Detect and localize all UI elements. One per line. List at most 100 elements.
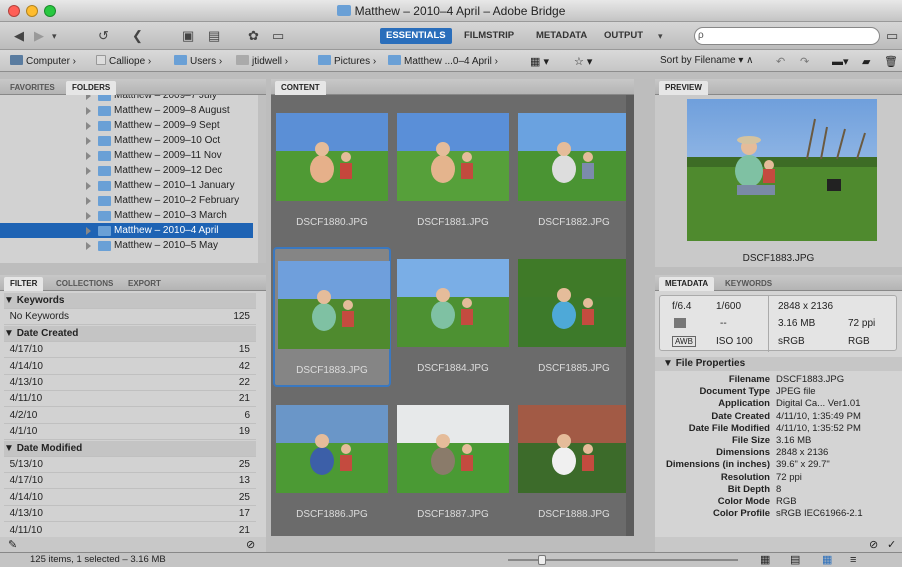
workspace-output[interactable]: OUTPUT — [598, 28, 649, 44]
tab-favorites[interactable]: FAVORITES — [4, 81, 61, 95]
grid-view-icon[interactable]: ▦ — [760, 553, 770, 567]
filter-item[interactable]: 4/17/10 15 — [4, 342, 256, 359]
clear-filter-icon[interactable]: ⊘ — [246, 538, 255, 551]
lock-grid-icon[interactable]: ▤ — [790, 553, 800, 567]
disclosure-icon[interactable] — [86, 122, 91, 130]
tab-folders[interactable]: FOLDERS — [66, 81, 117, 95]
workspace-filmstrip[interactable]: FILMSTRIP — [458, 28, 520, 44]
filter-item[interactable]: 5/13/10 25 — [4, 457, 256, 473]
path-users[interactable]: Users › — [174, 55, 222, 67]
thumbnail[interactable]: DSCF1883.JPG — [273, 247, 391, 387]
return-to-photoshop-icon[interactable]: ❮ — [132, 27, 143, 45]
new-folder-icon[interactable]: ▰ — [862, 55, 870, 68]
metadata-value[interactable]: 39.6" x 29.7" — [776, 459, 830, 471]
thumbnail-image[interactable] — [518, 113, 630, 201]
thumbnail[interactable]: DSCF1886.JPG — [273, 393, 391, 533]
thumbnail-image[interactable] — [276, 405, 388, 493]
recent-dropdown-icon[interactable]: ▾ — [52, 27, 57, 45]
content-scrollbar[interactable] — [626, 95, 634, 536]
filter-item[interactable]: 4/1/10 19 — [4, 424, 256, 441]
disclosure-icon[interactable] — [86, 107, 91, 115]
sort-dropdown[interactable]: Sort by Filename ▾ ∧ — [660, 55, 754, 66]
path-current-folder[interactable]: Matthew ...0–4 April › — [388, 55, 498, 67]
output-icon[interactable]: ▭ — [272, 27, 284, 45]
metadata-value[interactable]: Digital Ca... Ver1.01 — [776, 398, 861, 410]
thumbnail[interactable]: DSCF1885.JPG — [515, 247, 633, 387]
cancel-icon[interactable]: ⊘ — [869, 538, 878, 551]
filter-item[interactable]: 4/2/10 6 — [4, 408, 256, 424]
rotate-right-icon[interactable]: ↷ — [800, 55, 809, 68]
folder-item[interactable]: Matthew – 2009–10 Oct — [0, 133, 253, 148]
apply-icon[interactable]: ✓ — [887, 538, 896, 551]
folder-item[interactable]: Matthew – 2009–12 Dec — [0, 163, 253, 178]
filter-item[interactable]: 4/14/10 25 — [4, 490, 256, 506]
folder-item[interactable]: Matthew – 2010–3 March — [0, 208, 253, 223]
thumbnail-image[interactable] — [278, 261, 390, 349]
path-pictures[interactable]: Pictures › — [318, 55, 376, 67]
file-properties-header[interactable]: ▼ File Properties — [655, 357, 902, 371]
tab-preview[interactable]: PREVIEW — [659, 81, 708, 95]
pin-icon[interactable]: ✎ — [8, 538, 17, 551]
folder-item[interactable]: Matthew – 2010–5 May — [0, 238, 253, 253]
disclosure-icon[interactable] — [86, 227, 91, 235]
filter-section-date-created[interactable]: ▼ Date Created — [4, 325, 256, 342]
thumbnail[interactable]: DSCF1880.JPG — [273, 101, 391, 241]
thumbnail[interactable]: DSCF1888.JPG — [515, 393, 633, 533]
metadata-value[interactable]: sRGB IEC61966-2.1 — [776, 508, 863, 520]
disclosure-icon[interactable] — [86, 95, 91, 100]
tab-metadata[interactable]: METADATA — [659, 277, 715, 291]
rating-filter-icon[interactable]: ☆ ▾ — [574, 55, 592, 68]
metadata-value[interactable]: 72 ppi — [776, 472, 802, 484]
thumbnail[interactable]: DSCF1882.JPG — [515, 101, 633, 241]
filter-section-date-modified[interactable]: ▼ Date Modified — [4, 440, 256, 457]
disclosure-icon[interactable] — [86, 152, 91, 160]
disclosure-icon[interactable] — [86, 137, 91, 145]
thumbnail[interactable]: DSCF1884.JPG — [394, 247, 512, 387]
metadata-value[interactable]: 2848 x 2136 — [776, 447, 828, 459]
workspace-metadata[interactable]: METADATA — [530, 28, 593, 44]
disclosure-icon[interactable] — [86, 242, 91, 250]
path-computer[interactable]: Computer › — [10, 55, 76, 67]
thumbnail-image[interactable] — [518, 259, 630, 347]
path-jtidwell[interactable]: jtidwell › — [236, 55, 288, 67]
filter-item[interactable]: No Keywords 125 — [4, 309, 256, 326]
folder-item[interactable]: Matthew – 2010–2 February — [0, 193, 253, 208]
thumbnail[interactable]: DSCF1887.JPG — [394, 393, 512, 533]
filter-item[interactable]: 4/13/10 17 — [4, 506, 256, 523]
tab-content[interactable]: CONTENT — [275, 81, 326, 95]
tab-collections[interactable]: COLLECTIONS — [50, 277, 119, 291]
disclosure-icon[interactable] — [86, 167, 91, 175]
filter-section-keywords[interactable]: ▼ Keywords — [4, 293, 256, 309]
open-recent-icon[interactable]: ▬▾ — [832, 55, 849, 68]
rotate-left-icon[interactable]: ↶ — [776, 55, 785, 68]
disclosure-icon[interactable] — [86, 197, 91, 205]
refine-icon[interactable]: ▤ — [208, 27, 220, 45]
slider-thumb[interactable] — [538, 555, 546, 565]
workspace-essentials[interactable]: ESSENTIALS — [380, 28, 452, 44]
tab-filter[interactable]: FILTER — [4, 277, 44, 291]
metadata-value[interactable]: 3.16 MB — [776, 435, 811, 447]
thumbnail-image[interactable] — [397, 405, 509, 493]
workspace-dropdown-icon[interactable]: ▾ — [658, 27, 663, 45]
folder-item[interactable]: Matthew – 2010–4 April — [0, 223, 253, 238]
disclosure-icon[interactable] — [86, 182, 91, 190]
metadata-value[interactable]: RGB — [776, 496, 797, 508]
folder-item[interactable]: Matthew – 2010–1 January — [0, 178, 253, 193]
folder-item[interactable]: Matthew – 2009–8 August — [0, 103, 253, 118]
metadata-value[interactable]: DSCF1883.JPG — [776, 374, 844, 386]
get-photos-icon[interactable]: ▣ — [182, 27, 194, 45]
thumbnail[interactable]: DSCF1881.JPG — [394, 101, 512, 241]
delete-icon[interactable]: 🗑 — [884, 55, 898, 68]
folder-item[interactable]: Matthew – 2009–7 July — [0, 95, 253, 103]
metadata-value[interactable]: 4/11/10, 1:35:52 PM — [776, 423, 861, 435]
view-quality-icon[interactable]: ▦ ▾ — [530, 55, 549, 68]
path-calliope[interactable]: Calliope › — [96, 55, 151, 67]
filter-item[interactable]: 4/13/10 22 — [4, 375, 256, 391]
disclosure-icon[interactable] — [86, 212, 91, 220]
thumbnail-image[interactable] — [397, 113, 509, 201]
folder-item[interactable]: Matthew – 2009–11 Nov — [0, 148, 253, 163]
list-view-icon[interactable]: ≡ — [850, 553, 856, 567]
tab-export[interactable]: EXPORT — [122, 277, 167, 291]
metadata-value[interactable]: 4/11/10, 1:35:49 PM — [776, 411, 861, 423]
tab-keywords[interactable]: KEYWORDS — [719, 277, 778, 291]
